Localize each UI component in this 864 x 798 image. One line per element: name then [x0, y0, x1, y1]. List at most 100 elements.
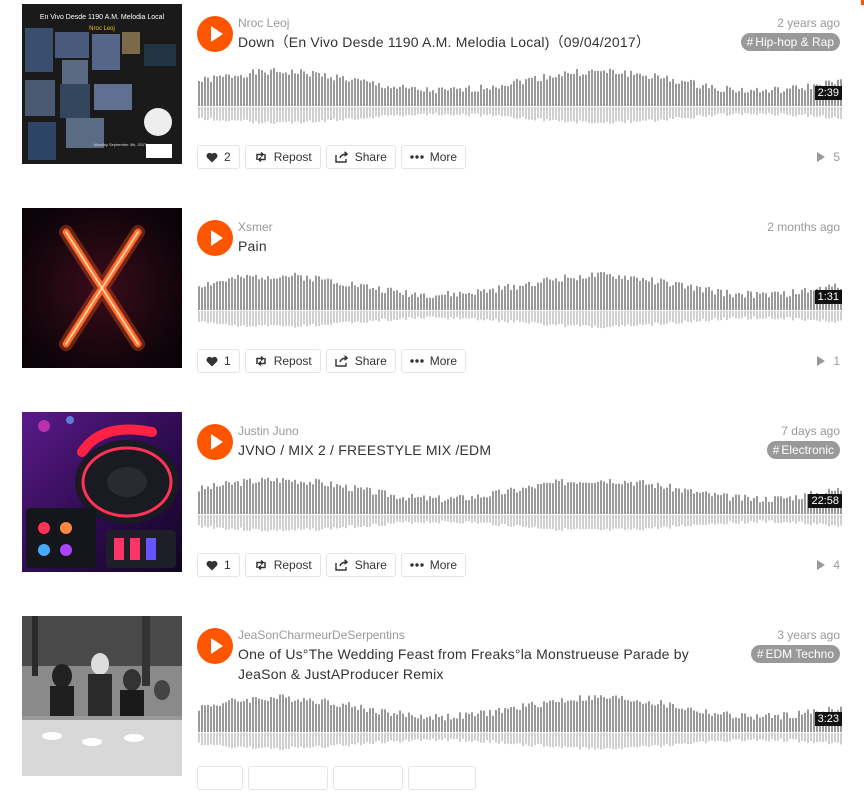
track-artwork[interactable] — [22, 208, 182, 368]
repost-button[interactable]: Repost — [244, 553, 321, 577]
artwork-footer-text: Monday September 4th, 2017 — [94, 142, 147, 147]
like-button[interactable]: 1 — [197, 349, 240, 373]
heart-icon — [206, 152, 218, 162]
share-label: Share — [354, 150, 387, 164]
like-count: 1 — [224, 558, 231, 572]
play-count-icon — [817, 560, 826, 570]
track-duration: 2:39 — [814, 86, 842, 100]
track-item: Justin Juno JVNO / MIX 2 / FREESTYLE MIX… — [0, 412, 864, 594]
waveform[interactable]: 2:39 — [198, 62, 842, 126]
share-label: Share — [354, 558, 387, 572]
play-button[interactable] — [197, 220, 233, 256]
track-artwork[interactable]: En Vivo Desde 1190 A.M. Melodia Local Nr… — [22, 4, 182, 164]
genre-tag[interactable]: # Electronic — [766, 441, 840, 459]
play-icon — [211, 638, 223, 654]
play-icon — [211, 26, 223, 42]
genre-tag-label: Electronic — [781, 443, 834, 457]
repost-button[interactable]: Repost — [244, 349, 321, 373]
play-count-value: 1 — [833, 354, 840, 368]
waveform[interactable]: 3:23 — [198, 688, 842, 752]
waveform[interactable]: 22:58 — [198, 470, 842, 534]
track-date: 3 years ago — [777, 628, 840, 642]
genre-tag-label: EDM Techno — [765, 647, 834, 661]
share-icon — [335, 151, 349, 163]
track-actions: 1 Repost Share More — [197, 553, 467, 577]
track-title[interactable]: One of Us°The Wedding Feast from Freaks°… — [238, 644, 728, 684]
like-count: 1 — [224, 354, 231, 368]
repost-button[interactable]: Repost — [244, 145, 321, 169]
track-date: 2 years ago — [777, 16, 840, 30]
play-icon — [211, 434, 223, 450]
track-actions — [197, 766, 476, 790]
track-item: JeaSonCharmeurDeSerpentins One of Us°The… — [0, 616, 864, 798]
play-icon — [211, 230, 223, 246]
play-button[interactable] — [197, 424, 233, 460]
more-label: More — [429, 558, 458, 572]
repost-icon — [255, 151, 266, 163]
track-date: 7 days ago — [781, 424, 840, 438]
play-count-value: 4 — [833, 558, 840, 572]
track-item: Xsmer Pain 2 months ago 1:31 1 Repost Sh… — [0, 208, 864, 390]
artwork-header-text: En Vivo Desde 1190 A.M. Melodia Local — [40, 14, 165, 21]
more-label: More — [429, 354, 458, 368]
repost-label: Repost — [273, 558, 312, 572]
track-artist[interactable]: Xsmer — [238, 220, 273, 234]
more-button[interactable]: More — [400, 349, 467, 373]
track-actions: 2 Repost Share More — [197, 145, 467, 169]
like-button[interactable]: 2 — [197, 145, 240, 169]
track-title[interactable]: Down（En Vivo Desde 1190 A.M. Melodia Loc… — [238, 32, 728, 52]
artwork-name-text: Nroc Leoj — [89, 26, 115, 32]
more-button[interactable]: More — [400, 553, 467, 577]
repost-label: Repost — [273, 354, 312, 368]
waveform[interactable]: 1:31 — [198, 266, 842, 330]
genre-tag[interactable]: # EDM Techno — [750, 645, 840, 663]
play-count-icon — [817, 356, 826, 366]
hash-icon: # — [746, 35, 754, 49]
share-button[interactable]: Share — [325, 349, 396, 373]
track-artist[interactable]: JeaSonCharmeurDeSerpentins — [238, 628, 405, 642]
heart-icon — [206, 560, 218, 570]
like-button[interactable]: 1 — [197, 553, 240, 577]
share-button[interactable]: Share — [325, 145, 396, 169]
play-count: 4 — [817, 558, 840, 572]
repost-label: Repost — [273, 150, 312, 164]
track-actions: 1 Repost Share More — [197, 349, 467, 373]
genre-tag-label: Hip-hop & Rap — [755, 35, 834, 49]
share-button[interactable]: Share — [325, 553, 396, 577]
play-count: 5 — [817, 150, 840, 164]
like-button[interactable] — [197, 766, 243, 790]
repost-icon — [255, 559, 266, 571]
like-count: 2 — [224, 150, 231, 164]
hash-icon: # — [756, 647, 764, 661]
more-button[interactable]: More — [400, 145, 467, 169]
share-button[interactable] — [333, 766, 403, 790]
share-icon — [335, 355, 349, 367]
play-count: 1 — [817, 354, 840, 368]
play-count-icon — [817, 152, 826, 162]
play-count-value: 5 — [833, 150, 840, 164]
share-icon — [335, 559, 349, 571]
track-artist[interactable]: Nroc Leoj — [238, 16, 289, 30]
track-title[interactable]: Pain — [238, 236, 728, 256]
play-button[interactable] — [197, 628, 233, 664]
genre-tag[interactable]: # Hip-hop & Rap — [740, 33, 840, 51]
track-artwork[interactable] — [22, 616, 182, 776]
track-duration: 3:23 — [814, 712, 842, 726]
more-button[interactable] — [408, 766, 476, 790]
more-icon — [410, 359, 424, 363]
track-duration: 22:58 — [808, 494, 842, 508]
repost-icon — [255, 355, 266, 367]
track-artwork[interactable] — [22, 412, 182, 572]
more-icon — [410, 563, 424, 567]
hash-icon: # — [772, 443, 780, 457]
track-artist[interactable]: Justin Juno — [238, 424, 299, 438]
heart-icon — [206, 356, 218, 366]
track-title[interactable]: JVNO / MIX 2 / FREESTYLE MIX /EDM — [238, 440, 728, 460]
play-button[interactable] — [197, 16, 233, 52]
more-icon — [410, 155, 424, 159]
share-label: Share — [354, 354, 387, 368]
track-date: 2 months ago — [767, 220, 840, 234]
repost-button[interactable] — [248, 766, 328, 790]
track-item: En Vivo Desde 1190 A.M. Melodia Local Nr… — [0, 4, 864, 186]
more-label: More — [429, 150, 458, 164]
